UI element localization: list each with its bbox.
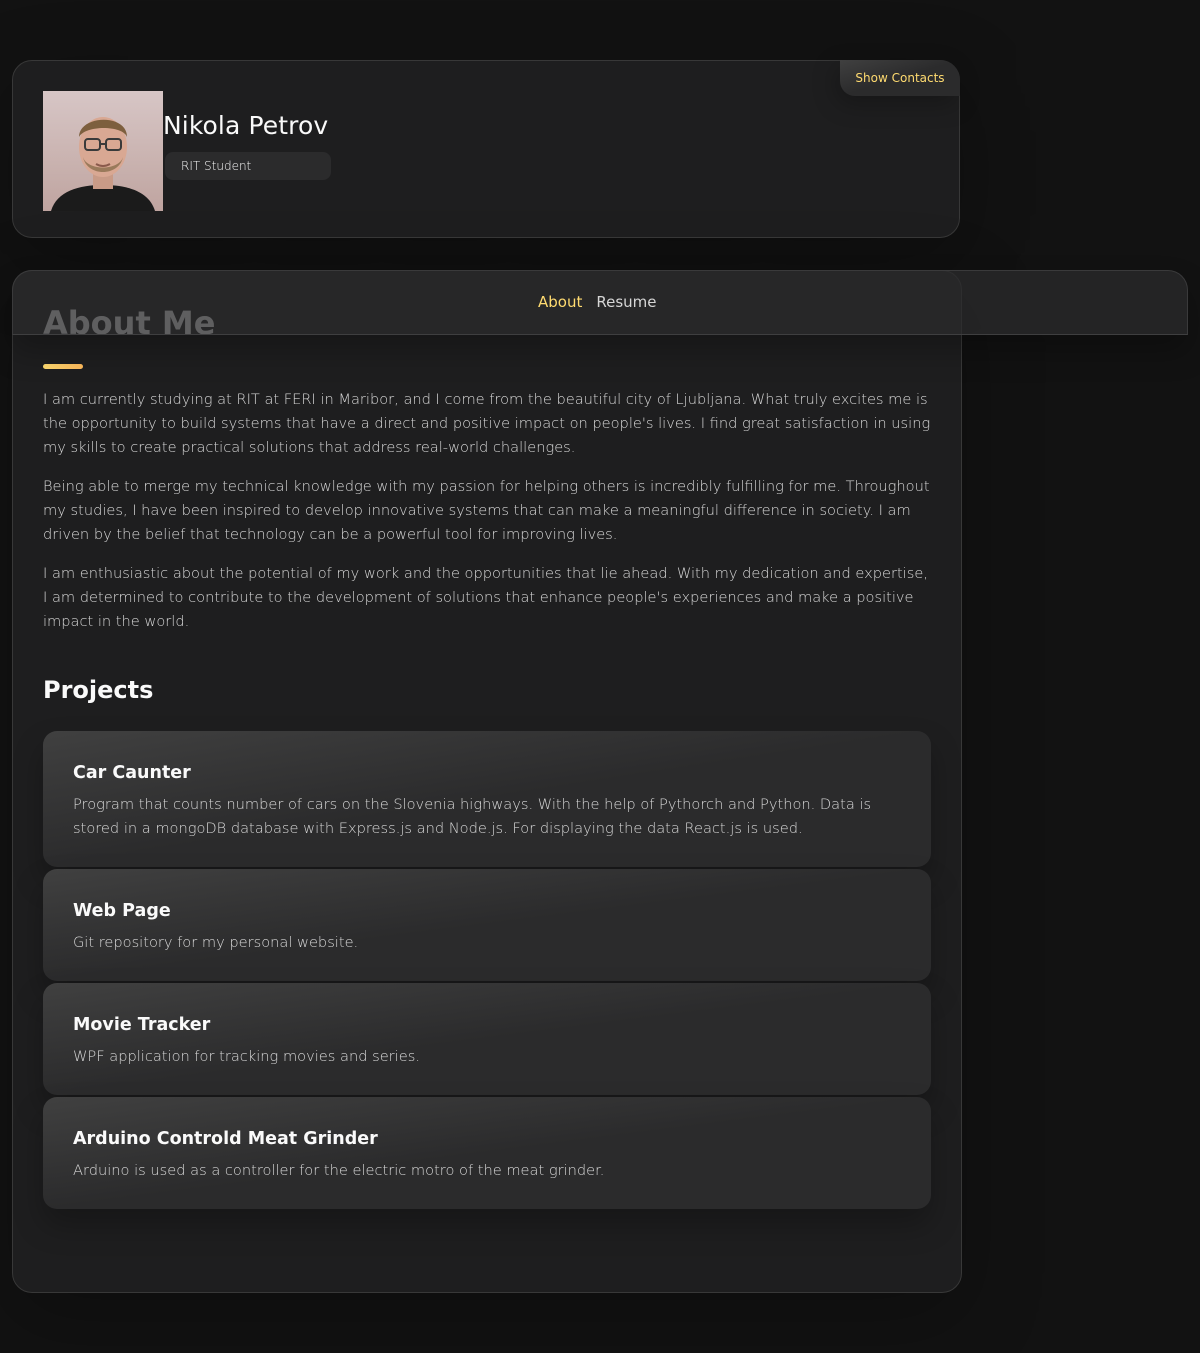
nav-links: About Resume bbox=[538, 293, 657, 311]
project-description: Program that counts number of cars on th… bbox=[73, 796, 872, 837]
avatar bbox=[43, 91, 163, 211]
profile-name: Nikola Petrov bbox=[163, 111, 329, 140]
project-name: Car Caunter bbox=[73, 763, 191, 783]
project-name: Web Page bbox=[73, 901, 171, 921]
show-contacts-button[interactable]: Show Contacts bbox=[840, 60, 960, 96]
profile-info: Nikola Petrov RIT Student bbox=[163, 111, 331, 192]
navbar: About Resume bbox=[12, 270, 1188, 335]
project-description: WPF application for tracking movies and … bbox=[73, 1048, 420, 1065]
profile-card: Nikola Petrov RIT Student Show Contacts bbox=[12, 60, 960, 238]
project-card-movie-tracker[interactable]: Movie Tracker WPF application for tracki… bbox=[43, 983, 931, 1095]
project-card-web-page[interactable]: Web Page Git repository for my personal … bbox=[43, 869, 931, 981]
project-card-car-caunter[interactable]: Car Caunter Program that counts number o… bbox=[43, 731, 931, 867]
about-paragraph: I am enthusiastic about the potential of… bbox=[43, 565, 928, 630]
about-paragraph: I am currently studying at RIT at FERI i… bbox=[43, 391, 931, 456]
projects-heading: Projects bbox=[43, 676, 154, 704]
about-text: I am currently studying at RIT at FERI i… bbox=[43, 388, 933, 649]
main-content: About Me I am currently studying at RIT … bbox=[12, 270, 962, 1293]
nav-link-resume[interactable]: Resume bbox=[596, 293, 656, 311]
project-name: Arduino Controld Meat Grinder bbox=[73, 1129, 378, 1149]
project-name: Movie Tracker bbox=[73, 1015, 211, 1035]
project-list: Car Caunter Program that counts number o… bbox=[43, 731, 931, 1211]
title-underline bbox=[43, 364, 83, 369]
project-description: Git repository for my personal website. bbox=[73, 934, 359, 951]
profile-title-badge: RIT Student bbox=[165, 152, 331, 180]
about-paragraph: Being able to merge my technical knowled… bbox=[43, 478, 930, 543]
nav-link-about[interactable]: About bbox=[538, 293, 582, 311]
project-description: Arduino is used as a controller for the … bbox=[73, 1162, 605, 1179]
project-card-meat-grinder[interactable]: Arduino Controld Meat Grinder Arduino is… bbox=[43, 1097, 931, 1209]
